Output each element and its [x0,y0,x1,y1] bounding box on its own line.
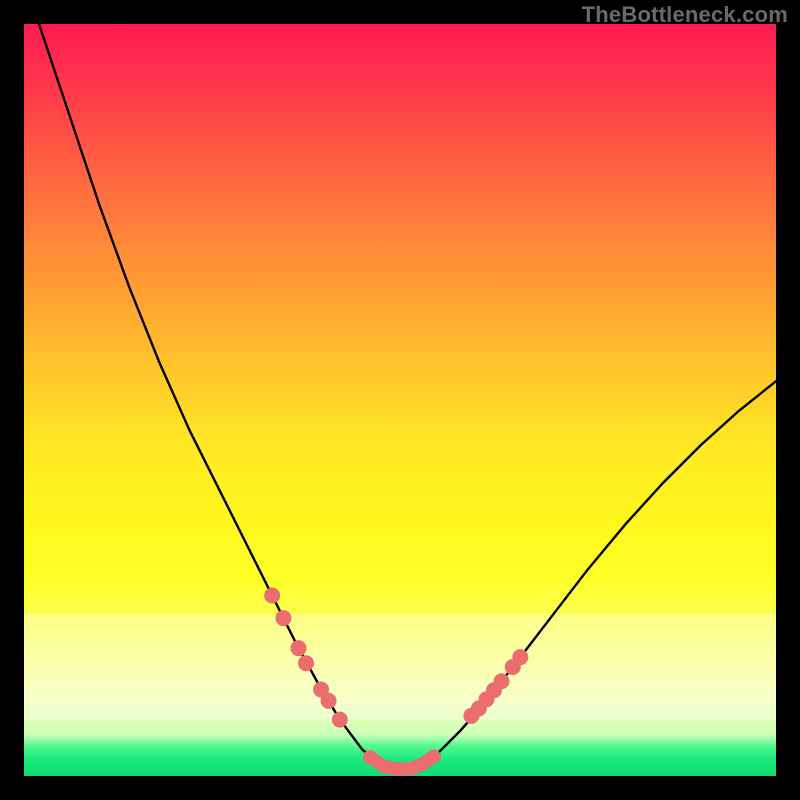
data-marker [427,749,441,763]
data-marker [512,649,528,665]
data-markers [264,588,528,777]
bottleneck-curve [39,24,776,770]
data-marker [275,610,291,626]
data-marker [378,760,392,774]
curve-layer [24,24,776,776]
plot-area [24,24,776,776]
data-marker [290,640,306,656]
data-marker [321,693,337,709]
data-marker [332,712,348,728]
data-marker [298,655,314,671]
watermark-text: TheBottleneck.com [582,2,788,28]
data-marker [264,588,280,604]
data-marker [494,673,510,689]
data-marker [363,750,377,764]
chart-container: TheBottleneck.com [0,0,800,800]
